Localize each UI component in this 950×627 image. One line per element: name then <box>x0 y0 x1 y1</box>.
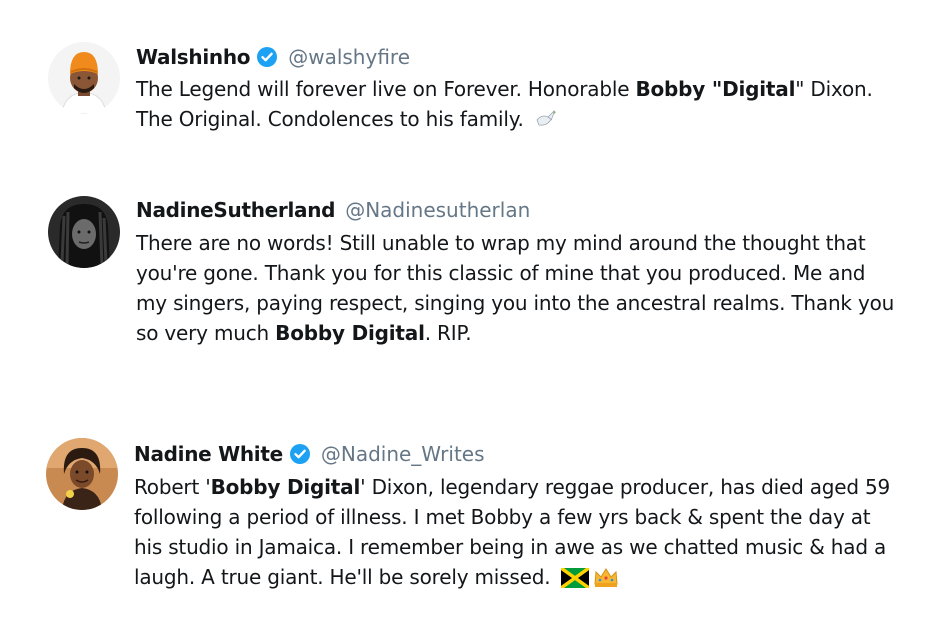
tweet-line: you're gone. Thank you for this classic … <box>136 261 866 285</box>
tweet-text: The Legend will forever live on Forever.… <box>136 74 873 138</box>
tweet-line: following a period of illness. I met Bob… <box>134 505 871 529</box>
tweet-line: his studio in Jamaica. I remember being … <box>134 535 887 559</box>
dove-emoji-icon <box>534 108 558 138</box>
tweet-text: Robert 'Bobby Digital' Dixon, legendary … <box>134 472 890 596</box>
display-name[interactable]: NadineSutherland <box>136 198 335 222</box>
tweet-text: There are no words! Still unable to wrap… <box>136 228 894 348</box>
tweet-line: The Legend will forever live on Forever.… <box>136 77 873 101</box>
tweet-line: so very much Bobby Digital. RIP. <box>136 321 472 345</box>
jamaica-flag-emoji-icon <box>559 566 590 596</box>
display-name[interactable]: Nadine White <box>134 442 283 466</box>
verified-badge-icon <box>289 443 311 465</box>
tweet-line: my singers, paying respect, singing you … <box>136 291 895 315</box>
tweet-line: The Original. Condolences to his family. <box>136 104 873 138</box>
avatar[interactable] <box>48 196 120 268</box>
handle[interactable]: @Nadine_Writes <box>321 442 485 466</box>
tweet-line: laugh. A true giant. He'll be sorely mis… <box>134 562 890 596</box>
crown-emoji-icon <box>593 566 619 596</box>
avatar[interactable] <box>46 438 118 510</box>
avatar[interactable] <box>48 42 120 114</box>
verified-badge-icon <box>256 46 278 68</box>
tweet-line: Robert 'Bobby Digital' Dixon, legendary … <box>134 475 891 499</box>
handle[interactable]: @walshyfire <box>288 45 410 69</box>
tweet-line: There are no words! Still unable to wrap… <box>136 231 866 255</box>
handle[interactable]: @Nadinesutherlan <box>345 198 530 222</box>
display-name[interactable]: Walshinho <box>136 45 251 69</box>
